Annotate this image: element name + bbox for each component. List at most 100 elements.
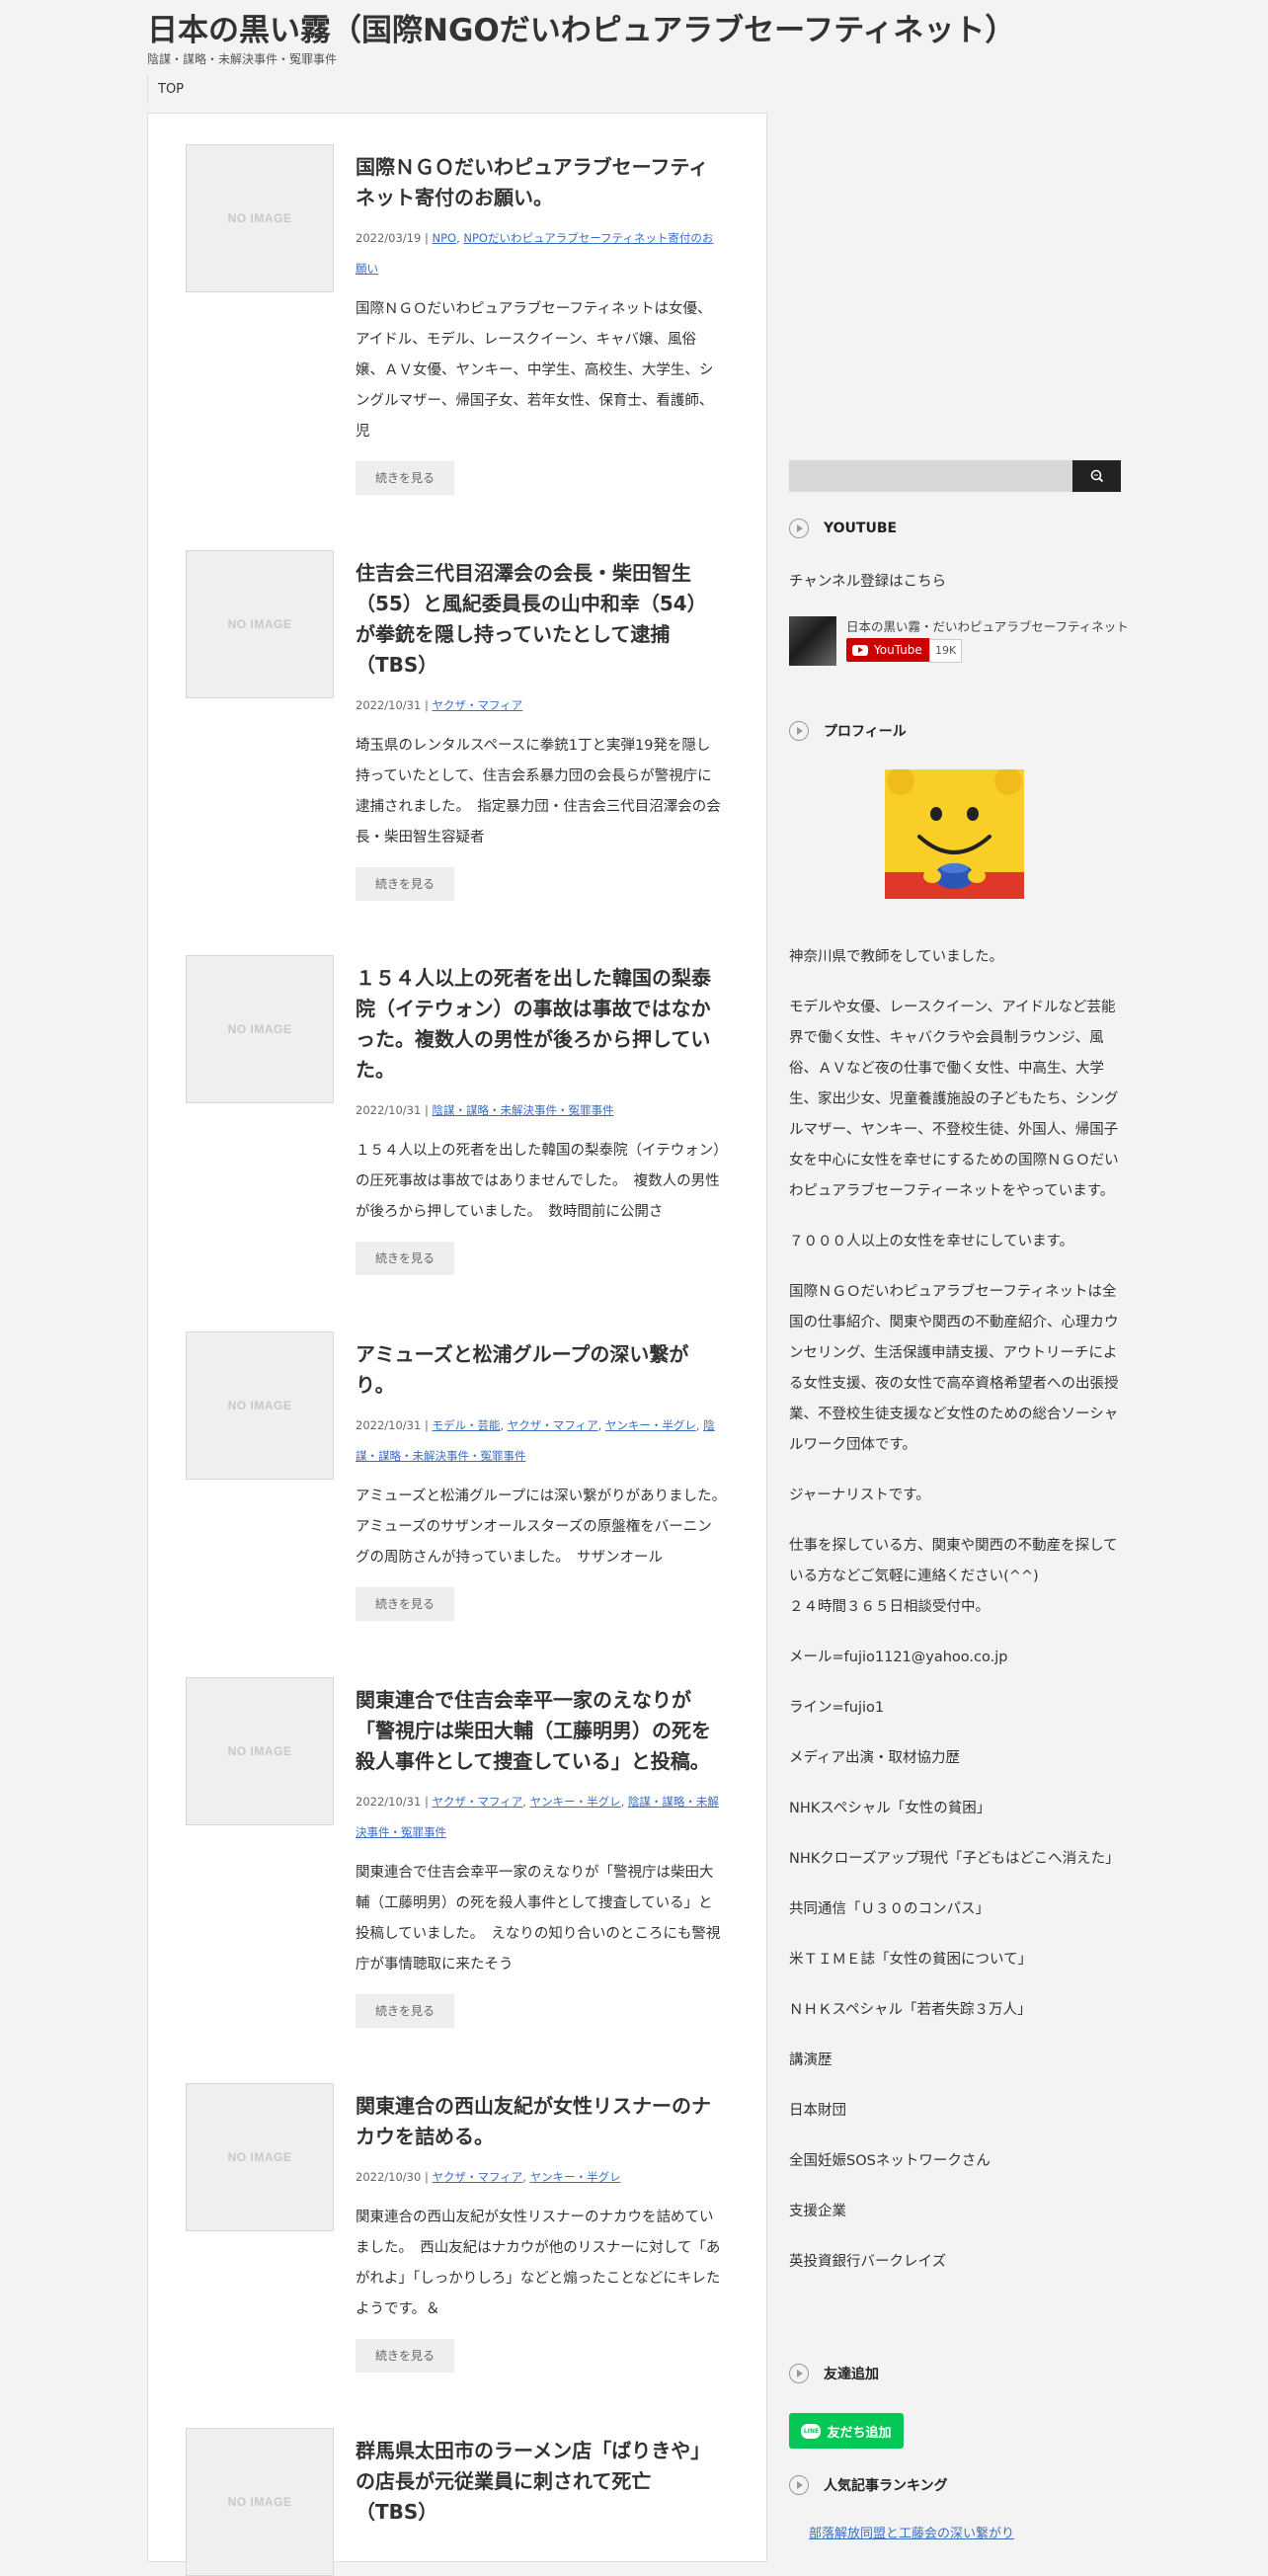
- post-excerpt: アミューズと松浦グループには深い繋がりがありました。 アミューズのサザンオールス…: [356, 1489, 734, 1566]
- profile-paragraph: 講演歴: [789, 2053, 832, 2068]
- no-image-label: NO IMAGE: [227, 617, 292, 631]
- youtube-subscribe-button[interactable]: YouTube: [846, 638, 930, 662]
- category-link[interactable]: モデル・芸能: [432, 1418, 500, 1432]
- youtube-subscribe-widget: 日本の黒い霧・だいわピュアラブセーフティネット YouTube 19K: [789, 616, 1129, 668]
- post-thumbnail[interactable]: NO IMAGE: [186, 1677, 334, 1825]
- profile-paragraph: モデルや女優、レースクイーン、アイドルなど芸能界で働く女性、キャバクラや会員制ラ…: [789, 1000, 1119, 1199]
- profile-text: 神奈川県で教師をしていました。 モデルや女優、レースクイーン、アイドルなど芸能界…: [789, 942, 1121, 2278]
- bullet-icon: [789, 519, 809, 538]
- post-excerpt: 関東連合で住吉会幸平一家のえなりが「警視庁は柴田大輔（工藤明男）の死を殺人事件と…: [356, 1865, 721, 1972]
- friends-widget-title: 友達追加: [789, 2364, 879, 2383]
- category-link[interactable]: ヤクザ・マフィア: [508, 1418, 598, 1432]
- profile-paragraph: ＮＨＫスペシャル「若者失踪３万人」: [789, 2002, 1032, 2018]
- profile-paragraph: ２４時間３６５日相談受付中。: [789, 1599, 990, 1615]
- no-image-label: NO IMAGE: [227, 2150, 292, 2164]
- category-link[interactable]: ヤンキー・半グレ: [530, 2170, 621, 2184]
- post-date: 2022/10/31: [356, 1103, 422, 1117]
- global-nav: TOP: [147, 75, 184, 105]
- no-image-label: NO IMAGE: [227, 211, 292, 225]
- profile-paragraph: メディア出演・取材協力歴: [789, 1750, 960, 1766]
- ranking-item-link[interactable]: 部落解放同盟と工藤会の深い繋がり: [809, 2523, 1014, 2541]
- profile-paragraph: NHKスペシャル「女性の貧困」: [789, 1801, 991, 1816]
- ranking-widget-title: 人気記事ランキング: [789, 2475, 948, 2495]
- youtube-logo-icon: [852, 644, 868, 656]
- post-list: NO IMAGE 国際ＮＧＯだいわピュアラブセーフティネット寄付のお願い。 20…: [147, 113, 768, 2576]
- read-more-button[interactable]: 続きを見る: [356, 1587, 455, 1621]
- post-meta: 2022/10/31 | ヤクザ・マフィア: [356, 698, 523, 712]
- post-date: 2022/10/30: [356, 2170, 422, 2184]
- category-link[interactable]: 陰謀・謀略・未解決事件・冤罪事件: [432, 1103, 613, 1117]
- read-more-button[interactable]: 続きを見る: [356, 867, 455, 901]
- post-excerpt: 国際ＮＧＯだいわピュアラブセーフティネットは女優、アイドル、モデル、レースクイー…: [356, 301, 714, 440]
- bear-avatar-icon: [885, 767, 1024, 899]
- search-input[interactable]: [789, 460, 1072, 492]
- category-link[interactable]: ヤクザ・マフィア: [432, 1795, 522, 1809]
- read-more-button[interactable]: 続きを見る: [356, 1994, 455, 2028]
- nav-item-top[interactable]: TOP: [158, 82, 184, 97]
- read-more-button[interactable]: 続きを見る: [356, 461, 455, 495]
- post-title[interactable]: 住吉会三代目沼澤会の会長・柴田智生（55）と風紀委員長の山中和幸（54）が拳銃を…: [356, 558, 721, 681]
- no-image-label: NO IMAGE: [227, 1744, 292, 1758]
- profile-paragraph: 支援企業: [789, 2204, 846, 2219]
- post-card: NO IMAGE 関東連合の西山友紀が女性リスナーのナカウを詰める。 2022/…: [148, 2083, 768, 2439]
- post-date: 2022/10/31: [356, 698, 422, 712]
- post-card: NO IMAGE 住吉会三代目沼澤会の会長・柴田智生（55）と風紀委員長の山中和…: [148, 550, 768, 906]
- post-thumbnail[interactable]: NO IMAGE: [186, 2083, 334, 2231]
- category-link[interactable]: ヤクザ・マフィア: [432, 2170, 522, 2184]
- channel-name[interactable]: 日本の黒い霧・だいわピュアラブセーフティネット: [846, 616, 1129, 635]
- sidebar: YOUTUBE チャンネル登録はこちら 日本の黒い霧・だいわピュアラブセーフティ…: [789, 460, 1129, 2541]
- category-link[interactable]: NPO: [432, 231, 456, 245]
- site-title[interactable]: 日本の黒い霧（国際NGOだいわピュアラブセーフティネット）: [147, 5, 1015, 49]
- profile-email: メール=fujio1121@yahoo.co.jp: [789, 1650, 1008, 1665]
- profile-line-id: ライン=fujio1: [789, 1700, 885, 1716]
- widget-heading: 人気記事ランキング: [824, 2478, 948, 2494]
- post-title[interactable]: 関東連合の西山友紀が女性リスナーのナカウを詰める。: [356, 2091, 721, 2152]
- no-image-label: NO IMAGE: [227, 1022, 292, 1036]
- post-thumbnail[interactable]: NO IMAGE: [186, 144, 334, 292]
- post-title[interactable]: 群馬県太田市のラーメン店「ばりきや」の店長が元従業員に刺されて死亡（TBS）: [356, 2436, 721, 2528]
- youtube-subscribe-text: チャンネル登録はこちら: [789, 574, 947, 590]
- post-thumbnail[interactable]: NO IMAGE: [186, 550, 334, 698]
- profile-paragraph: 国際ＮＧＯだいわピュアラブセーフティネットは全国の仕事紹介、関東や関西の不動産紹…: [789, 1284, 1119, 1453]
- channel-avatar[interactable]: [789, 616, 836, 666]
- post-excerpt: 埼玉県のレンタルスペースに拳銃1丁と実弾19発を隠し持っていたとして、住吉会系暴…: [356, 738, 721, 845]
- category-link[interactable]: ヤンキー・半グレ: [530, 1795, 621, 1809]
- post-title[interactable]: １５４人以上の死者を出した韓国の梨泰院（イテウォン）の事故は事故ではなかった。複…: [356, 963, 721, 1086]
- line-button-label: 友だち追加: [827, 2425, 892, 2441]
- post-card: NO IMAGE 群馬県太田市のラーメン店「ばりきや」の店長が元従業員に刺されて…: [148, 2428, 768, 2576]
- widget-heading: プロフィール: [824, 724, 907, 740]
- page: 日本の黒い霧（国際NGOだいわピュアラブセーフティネット） 陰謀・謀略・未解決事…: [0, 0, 1268, 2576]
- line-add-friend-button[interactable]: LINE 友だち追加: [789, 2413, 904, 2449]
- read-more-button[interactable]: 続きを見る: [356, 1242, 455, 1275]
- post-thumbnail[interactable]: NO IMAGE: [186, 1331, 334, 1480]
- profile-widget-title: プロフィール: [789, 721, 907, 741]
- post-title[interactable]: 国際ＮＧＯだいわピュアラブセーフティネット寄付のお願い。: [356, 152, 721, 213]
- search-icon: [1090, 469, 1104, 483]
- no-image-label: NO IMAGE: [227, 2495, 292, 2509]
- post-thumbnail[interactable]: NO IMAGE: [186, 2428, 334, 2576]
- post-meta: 2022/10/31 | モデル・芸能, ヤクザ・マフィア, ヤンキー・半グレ,…: [356, 1418, 715, 1463]
- bullet-icon: [789, 721, 809, 741]
- profile-paragraph: 全国妊娠SOSネットワークさん: [789, 2153, 991, 2169]
- subscriber-count: 19K: [929, 639, 963, 663]
- read-more-button[interactable]: 続きを見る: [356, 2339, 455, 2373]
- profile-paragraph: NHKクローズアップ現代「子どもはどこへ消えた」: [789, 1851, 1120, 1867]
- widget-heading: 友達追加: [824, 2367, 879, 2382]
- post-excerpt: 関東連合の西山友紀が女性リスナーのナカウを詰めていました。 西山友紀はナカウが他…: [356, 2210, 721, 2317]
- category-link[interactable]: ヤクザ・マフィア: [432, 698, 522, 712]
- post-title[interactable]: 関東連合で住吉会幸平一家のえなりが「警視庁は柴田大輔（工藤明男）の死を殺人事件と…: [356, 1685, 721, 1777]
- profile-paragraph: ジャーナリストです。: [789, 1488, 930, 1503]
- post-card: NO IMAGE 国際ＮＧＯだいわピュアラブセーフティネット寄付のお願い。 20…: [148, 144, 768, 520]
- category-link[interactable]: ヤンキー・半グレ: [605, 1418, 696, 1432]
- post-title[interactable]: アミューズと松浦グループの深い繋がり。: [356, 1339, 721, 1401]
- post-card: NO IMAGE １５４人以上の死者を出した韓国の梨泰院（イテウォン）の事故は事…: [148, 955, 768, 1291]
- profile-avatar-image: [885, 767, 1024, 899]
- search-button[interactable]: [1072, 460, 1121, 492]
- profile-paragraph: 英投資銀行バークレイズ: [789, 2254, 947, 2270]
- post-meta: 2022/10/30 | ヤクザ・マフィア, ヤンキー・半グレ: [356, 2170, 621, 2184]
- youtube-button-label: YouTube: [874, 643, 922, 657]
- post-thumbnail[interactable]: NO IMAGE: [186, 955, 334, 1103]
- post-card: NO IMAGE 関東連合で住吉会幸平一家のえなりが「警視庁は柴田大輔（工藤明男…: [148, 1677, 768, 2053]
- post-excerpt: １５４人以上の死者を出した韓国の梨泰院（イテウォン）の圧死事故は事故ではありませ…: [356, 1143, 721, 1220]
- site-description: 陰謀・謀略・未解決事件・冤罪事件: [147, 52, 338, 66]
